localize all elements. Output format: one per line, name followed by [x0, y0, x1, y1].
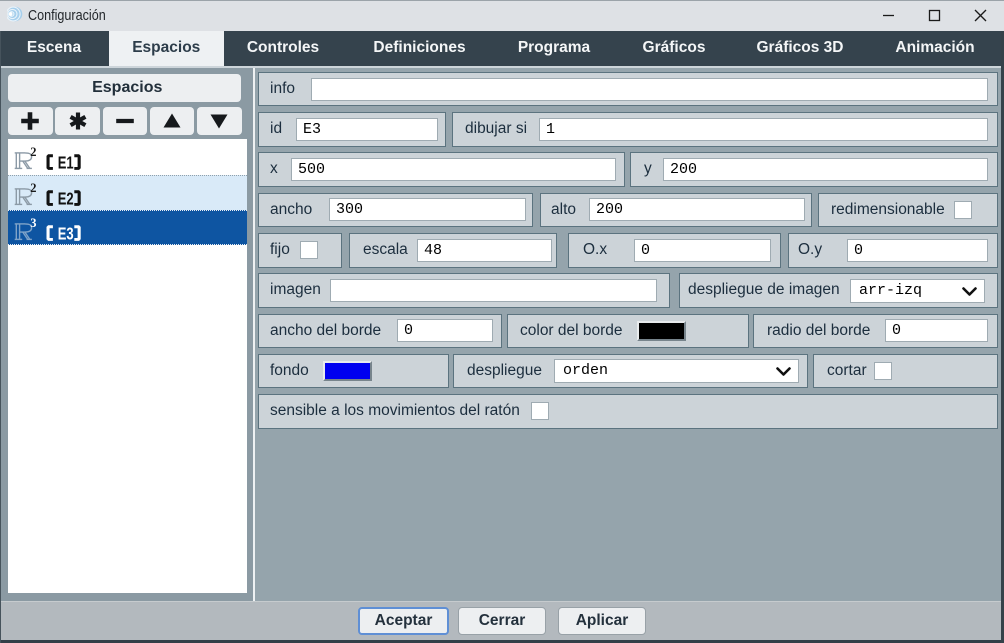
svg-text:2: 2 — [30, 145, 36, 159]
svg-text:3: 3 — [30, 215, 36, 229]
svg-text:E3: E3 — [58, 223, 74, 243]
svg-text:E1: E1 — [58, 153, 74, 173]
svg-text:2: 2 — [30, 180, 36, 194]
svg-text:E2: E2 — [58, 188, 74, 208]
